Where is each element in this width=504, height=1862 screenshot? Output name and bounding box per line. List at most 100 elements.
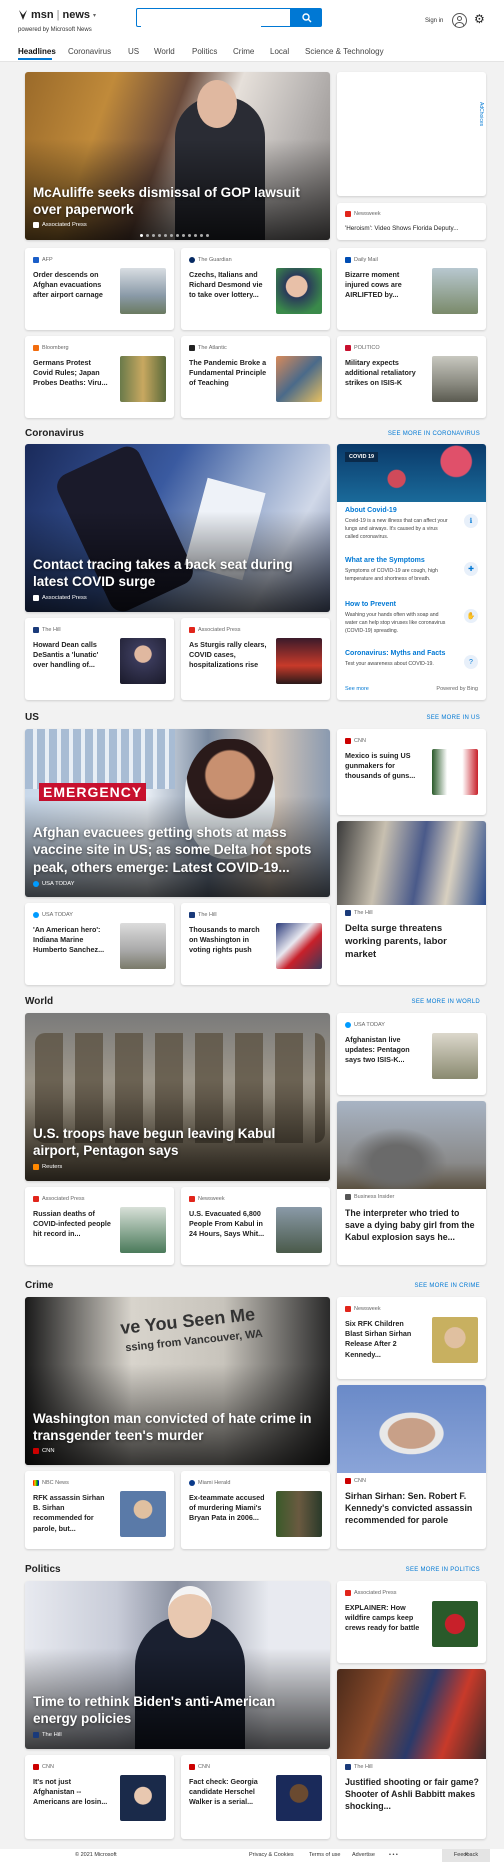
avatar-icon[interactable] [452,13,467,28]
card-title[interactable]: Afghanistan live updates: Pentagon says … [345,1035,423,1066]
top-card-politico[interactable]: POLITICO Military expects additional reta… [337,336,486,418]
top-card-afp[interactable]: AFP Order descends on Afghan evacuations … [25,248,174,330]
top-card-dailymail[interactable]: Daily Mail Bizarre moment injured cows ar… [337,248,486,330]
card-title[interactable]: Mexico is suing US gunmakers for thousan… [345,751,423,782]
card-title[interactable]: The interpreter who tried to save a dyin… [345,1208,480,1244]
card-title[interactable]: Order descends on Afghan evacuations aft… [33,270,111,301]
us-side-card[interactable]: CNN Mexico is suing US gunmakers for thou… [337,729,486,815]
us-card-hill[interactable]: The Hill Thousands to march on Washington… [181,903,330,985]
card-title[interactable]: Ex-teammate accused of murdering Miami's… [189,1493,267,1524]
card-title[interactable]: Sirhan Sirhan: Sen. Robert F. Kennedy's … [345,1491,480,1527]
privacy-link[interactable]: Privacy & Cookies [249,1852,294,1858]
signin-link[interactable]: Sign in [425,18,443,24]
card-source: The Guardian [198,257,232,263]
more-icon[interactable]: • • • [389,1852,398,1858]
world-side-card[interactable]: USA TODAY Afghanistan live updates: Penta… [337,1013,486,1095]
msn-logo[interactable]: msn | news ▾ [18,9,96,21]
covid-myths-link[interactable]: Coronavirus: Myths and Facts [345,650,450,657]
tab-crime[interactable]: Crime [233,47,254,56]
world-card-newsweek[interactable]: Newsweek U.S. Evacuated 6,800 People From… [181,1187,330,1265]
card-title[interactable]: Germans Protest Covid Rules; Japan Probe… [33,358,111,389]
covid-info-panel[interactable]: COVID 19 About Covid-19 Covid-19 is a new… [337,444,486,700]
politics-side-card[interactable]: Associated Press EXPLAINER: How wildfire … [337,1581,486,1663]
section-heading-crime[interactable]: Crime [25,1280,53,1291]
top-card-atlantic[interactable]: The Atlantic The Pandemic Broke a Fundame… [181,336,330,418]
world-card-ap[interactable]: Associated Press Russian deaths of COVID-… [25,1187,174,1265]
card-title[interactable]: Fact check: Georgia candidate Herschel W… [189,1777,267,1808]
politics-hero-card[interactable]: Time to rethink Biden's anti-American en… [25,1581,330,1749]
card-title[interactable]: Russian deaths of COVID-infected people … [33,1209,111,1240]
coronavirus-card-ap[interactable]: Associated Press As Sturgis rally clears,… [181,618,330,700]
card-title[interactable]: Delta surge threatens working parents, l… [345,923,470,961]
politics-card-cnn-2[interactable]: CNN Fact check: Georgia candidate Hersche… [181,1755,330,1839]
card-title[interactable]: RFK assassin Sirhan B. Sirhan recommende… [33,1493,111,1534]
card-title[interactable]: U.S. Evacuated 6,800 People From Kabul i… [189,1209,267,1240]
adchoices-label[interactable]: AdChoices [478,102,484,126]
card-title[interactable]: 'An American hero': Indiana Marine Humbe… [33,925,111,956]
tab-politics[interactable]: Politics [192,47,217,56]
covid-prevent-link[interactable]: How to Prevent [345,601,450,608]
card-title[interactable]: It's not just Afghanistan -- Americans a… [33,1777,111,1808]
tab-science-technology[interactable]: Science & Technology [305,47,384,56]
covid-about-link[interactable]: About Covid-19 [345,507,450,514]
top-side-card[interactable]: Newsweek 'Heroism': Video Shows Florida … [337,203,486,240]
see-more-us[interactable]: SEE MORE IN US [426,715,480,721]
card-title[interactable]: EXPLAINER: How wildfire camps keep crews… [345,1603,423,1634]
crime-hero-card[interactable]: ve You Seen Me ssing from Vancouver, WA … [25,1297,330,1465]
card-title[interactable]: As Sturgis rally clears, COVID cases, ho… [189,640,267,671]
covid-see-more[interactable]: See more [345,686,369,692]
section-heading-world[interactable]: World [25,996,53,1007]
crime-side-card[interactable]: Newsweek Six RFK Children Blast Sirhan Si… [337,1297,486,1379]
see-more-coronavirus[interactable]: SEE MORE IN CORONAVIRUS [388,431,480,437]
crime-card-nbc[interactable]: NBC News RFK assassin Sirhan B. Sirhan re… [25,1471,174,1549]
source-logo-icon [33,595,39,601]
politics-card-cnn-1[interactable]: CNN It's not just Afghanistan -- American… [25,1755,174,1839]
coronavirus-card-hill[interactable]: The Hill Howard Dean calls DeSantis a 'lu… [25,618,174,700]
world-hero-card[interactable]: U.S. troops have begun leaving Kabul air… [25,1013,330,1181]
us-card-usatoday[interactable]: USA TODAY 'An American hero': Indiana Mar… [25,903,174,985]
search-input[interactable] [141,12,261,27]
section-heading-politics[interactable]: Politics [25,1564,61,1575]
see-more-world[interactable]: SEE MORE IN WORLD [412,999,480,1005]
see-more-crime[interactable]: SEE MORE IN CRIME [415,1283,480,1289]
tab-headlines[interactable]: Headlines [18,47,56,56]
terms-link[interactable]: Terms of use [309,1852,340,1858]
politics-tall-card[interactable]: The Hill Justified shooting or fair game… [337,1669,486,1839]
section-name[interactable]: news [62,9,90,21]
feedback-button[interactable]: ▪ Feedback [442,1849,490,1862]
tab-world[interactable]: World [154,47,175,56]
hero-title[interactable]: McAuliffe seeks dismissal of GOP lawsuit… [33,184,320,219]
card-title[interactable]: Six RFK Children Blast Sirhan Sirhan Rel… [345,1319,423,1360]
search-button[interactable] [291,8,322,27]
card-title[interactable]: Howard Dean calls DeSantis a 'lunatic' o… [33,640,111,671]
tab-coronavirus[interactable]: Coronavirus [68,47,111,56]
coronavirus-hero-card[interactable]: Contact tracing takes a back seat during… [25,444,330,612]
us-tall-card[interactable]: The Hill Delta surge threatens working p… [337,821,486,985]
gear-icon[interactable]: ⚙ [474,13,485,25]
source-logo-icon [345,1194,351,1200]
card-title[interactable]: Czechs, Italians and Richard Desmond vie… [189,270,267,301]
tab-us[interactable]: US [128,47,139,56]
card-title[interactable]: Justified shooting or fair game? Shooter… [345,1777,480,1813]
top-hero-card[interactable]: McAuliffe seeks dismissal of GOP lawsuit… [25,72,330,240]
tab-local[interactable]: Local [270,47,289,56]
chevron-down-icon[interactable]: ▾ [93,12,96,19]
covid-symptoms-link[interactable]: What are the Symptoms [345,557,450,564]
world-tall-card[interactable]: Business Insider The interpreter who tri… [337,1101,486,1265]
search-box[interactable] [136,8,291,27]
us-hero-card[interactable]: EMERGENCY Afghan evacuees getting shots … [25,729,330,897]
top-card-guardian[interactable]: The Guardian Czechs, Italians and Richard… [181,248,330,330]
see-more-politics[interactable]: SEE MORE IN POLITICS [406,1567,480,1573]
ad-slot[interactable]: AdChoices [337,72,486,196]
top-card-bloomberg[interactable]: Bloomberg Germans Protest Covid Rules; Ja… [25,336,174,418]
card-title[interactable]: Military expects additional retaliatory … [345,358,423,389]
card-title[interactable]: The Pandemic Broke a Fundamental Princip… [189,358,267,389]
section-heading-coronavirus[interactable]: Coronavirus [25,428,84,439]
crime-card-miamiherald[interactable]: Miami Herald Ex-teammate accused of murde… [181,1471,330,1549]
crime-tall-card[interactable]: CNN Sirhan Sirhan: Sen. Robert F. Kenned… [337,1385,486,1549]
section-heading-us[interactable]: US [25,712,39,723]
card-title[interactable]: Bizarre moment injured cows are AIRLIFTE… [345,270,423,301]
card-title[interactable]: Thousands to march on Washington in voti… [189,925,267,956]
carousel-dots[interactable] [140,234,209,237]
advertise-link[interactable]: Advertise [352,1852,375,1858]
